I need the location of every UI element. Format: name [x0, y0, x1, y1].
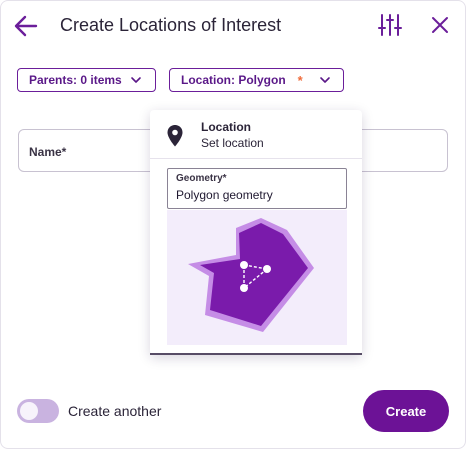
vertex-handle[interactable]	[240, 284, 248, 292]
parents-filter-button[interactable]: Parents: 0 items	[17, 68, 156, 92]
close-icon[interactable]	[430, 15, 450, 35]
chevron-down-icon	[319, 77, 330, 83]
geometry-field-value: Polygon geometry	[176, 188, 273, 202]
divider	[150, 158, 362, 159]
create-another-toggle[interactable]	[17, 399, 59, 423]
name-field-label: Name*	[29, 145, 67, 159]
polygon-map-preview[interactable]	[167, 210, 347, 345]
page-title: Create Locations of Interest	[60, 15, 282, 35]
map-pin-icon	[167, 125, 183, 147]
sliders-icon[interactable]	[378, 13, 402, 37]
vertex-handle[interactable]	[263, 265, 271, 273]
vertex-handle[interactable]	[240, 261, 248, 269]
geometry-field[interactable]: Geometry* Polygon geometry	[167, 168, 347, 209]
arrow-left-icon[interactable]	[12, 12, 40, 40]
parents-filter-label: Parents: 0 items	[29, 73, 122, 87]
popover-subtitle: Set location	[201, 136, 264, 150]
divider	[150, 353, 362, 355]
required-marker: *	[297, 72, 303, 88]
popover-title: Location	[201, 120, 251, 134]
geometry-field-label: Geometry*	[176, 173, 227, 184]
chevron-down-icon	[130, 77, 141, 83]
location-filter-button[interactable]: Location: Polygon *	[169, 68, 344, 92]
create-button[interactable]: Create	[363, 390, 449, 432]
toggle-knob	[20, 402, 38, 420]
location-filter-label: Location: Polygon	[181, 73, 286, 87]
location-popover: Location Set location Geometry* Polygon …	[150, 110, 362, 355]
create-another-label: Create another	[68, 403, 162, 419]
